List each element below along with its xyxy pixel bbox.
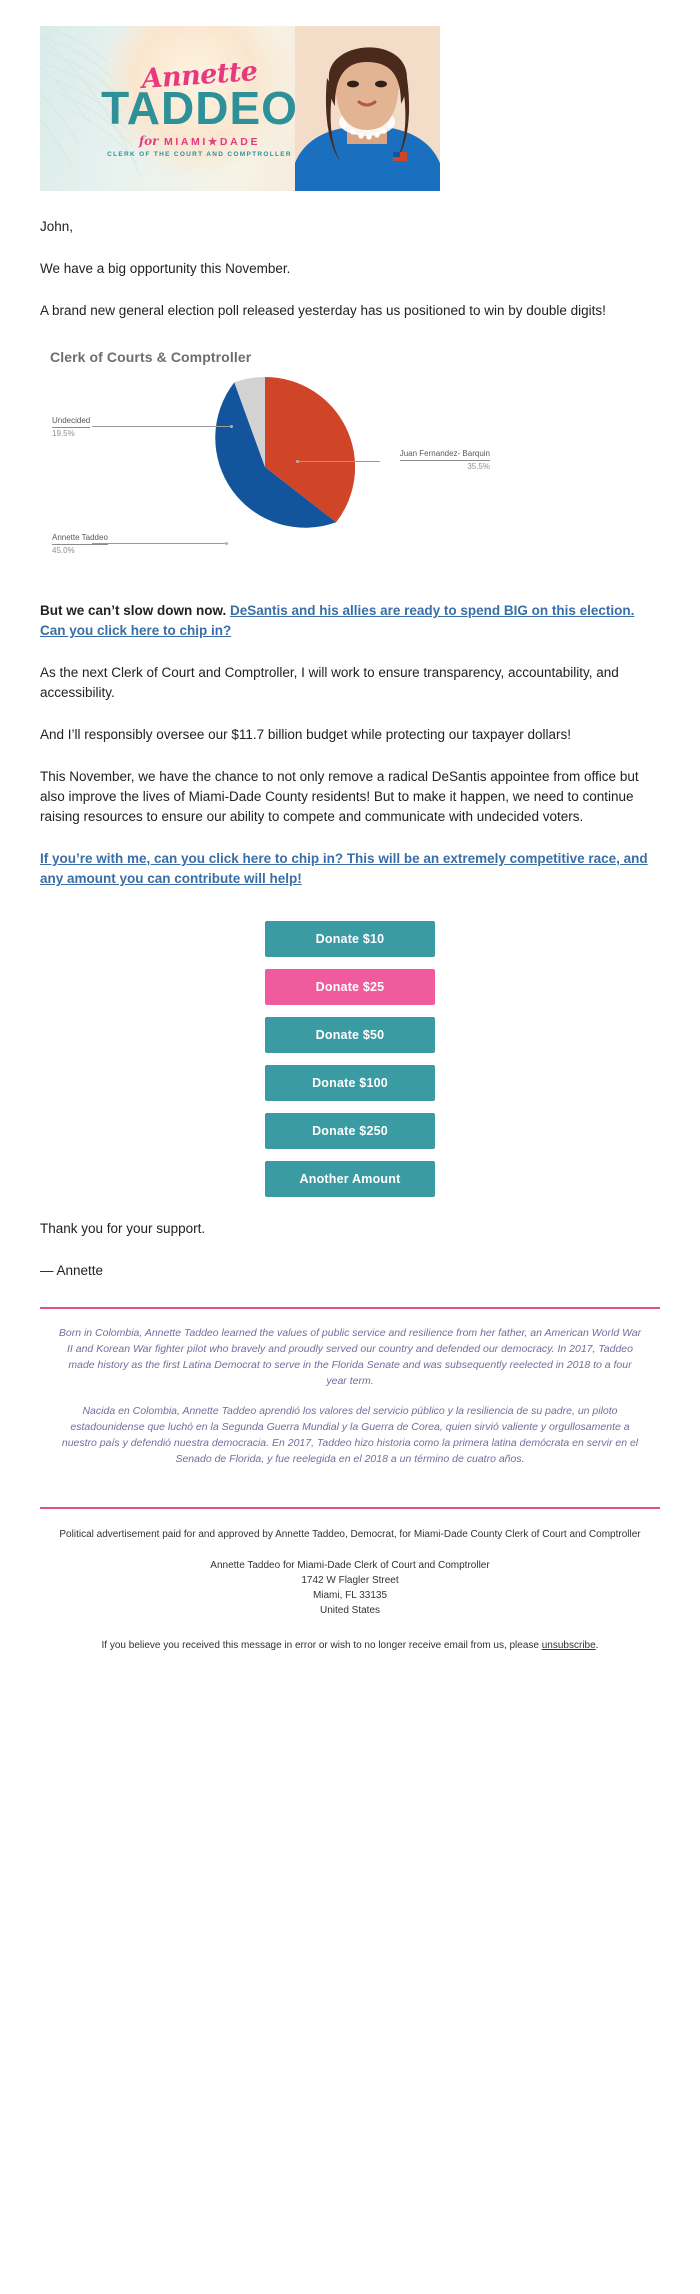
poll-chart: Clerk of Courts & Comptroller Undecided … — [40, 349, 660, 579]
footer-address: Annette Taddeo for Miami-Dade Clerk of C… — [40, 1558, 660, 1618]
chart-title: Clerk of Courts & Comptroller — [50, 349, 252, 365]
banner-container: Annette TADDEO for MIAMI★DADE CLERK OF T… — [0, 0, 700, 191]
donate-25-button[interactable]: Donate $25 — [265, 969, 435, 1005]
bio-english: Born in Colombia, Annette Taddeo learned… — [58, 1327, 642, 1387]
paragraph-7: If you’re with me, can you click here to… — [40, 849, 660, 889]
donate-50-button[interactable]: Donate $50 — [265, 1017, 435, 1053]
bio-spanish: Nacida en Colombia, Annette Taddeo apren… — [61, 1405, 639, 1465]
donate-button-group: Donate $10 Donate $25 Donate $50 Donate … — [40, 921, 660, 1197]
campaign-logo: Annette TADDEO for MIAMI★DADE CLERK OF T… — [92, 56, 307, 158]
footer-unsubscribe: If you believe you received this message… — [40, 1638, 660, 1653]
salutation: John, — [40, 219, 74, 234]
logo-for-word: for — [138, 133, 159, 148]
bio-section: Born in Colombia, Annette Taddeo learned… — [40, 1309, 660, 1481]
paragraph-3: But we can’t slow down now. DeSantis and… — [40, 601, 660, 641]
donate-another-amount-button[interactable]: Another Amount — [265, 1161, 435, 1197]
pie-label-annette-value: 45.0% — [52, 546, 75, 555]
paragraph-4: As the next Clerk of Court and Comptroll… — [40, 665, 619, 700]
logo-jurisdiction-line: for MIAMI★DADE — [92, 134, 307, 148]
signoff-text: — Annette — [40, 1263, 104, 1278]
donate-250-button[interactable]: Donate $250 — [265, 1113, 435, 1149]
paragraph-2: A brand new general election poll releas… — [40, 303, 606, 318]
pie-label-undecided: Undecided 19.5% — [52, 415, 91, 439]
logo-jurisdiction: MIAMI★DADE — [163, 135, 261, 148]
paragraph-5: And I’ll responsibly oversee our $11.7 b… — [40, 727, 572, 742]
chart-plot-area: Undecided 19.5% Juan Fernandez- Barquin … — [40, 375, 660, 570]
unsubscribe-pretext: If you believe you received this message… — [101, 1640, 542, 1651]
leader-line-annette — [92, 543, 226, 544]
pie-label-juan: Juan Fernandez- Barquin 35.5% — [380, 448, 490, 472]
leader-dot-juan — [296, 460, 299, 463]
logo-office-line: CLERK OF THE COURT AND COMPTROLLER — [107, 150, 292, 158]
flag-pin-icon — [393, 152, 407, 161]
donate-100-button[interactable]: Donate $100 — [265, 1065, 435, 1101]
thank-you-text: Thank you for your support. — [40, 1221, 206, 1236]
footer-disclaimer: Political advertisement paid for and app… — [59, 1529, 641, 1540]
pie-label-annette: Annette Taddeo 45.0% — [52, 532, 108, 556]
leader-dot-undecided — [230, 425, 233, 428]
unsubscribe-posttext: . — [595, 1640, 599, 1651]
paragraph-1: We have a big opportunity this November. — [40, 261, 291, 276]
email-body: John, We have a big opportunity this Nov… — [0, 217, 700, 1509]
footer-country: United States — [319, 1605, 381, 1616]
paragraph-3-lead: But we can’t slow down now. — [40, 603, 231, 618]
chip-in-link-bottom[interactable]: If you’re with me, can you click here to… — [40, 851, 648, 886]
pie-label-annette-name: Annette Taddeo — [52, 532, 108, 545]
donate-10-button[interactable]: Donate $10 — [265, 921, 435, 957]
pie-label-undecided-value: 19.5% — [52, 429, 75, 438]
email-page: Annette TADDEO for MIAMI★DADE CLERK OF T… — [0, 0, 700, 1677]
pie-label-juan-name: Juan Fernandez- Barquin — [399, 448, 490, 461]
footer-street: 1742 W Flagler Street — [301, 1575, 399, 1586]
pie-label-undecided-name: Undecided — [52, 415, 91, 428]
campaign-banner: Annette TADDEO for MIAMI★DADE CLERK OF T… — [40, 26, 440, 191]
pie-label-juan-value: 35.5% — [467, 462, 490, 471]
paragraph-6: This November, we have the chance to not… — [40, 769, 639, 824]
leader-dot-annette — [225, 542, 228, 545]
footer-city: Miami, FL 33135 — [312, 1590, 388, 1601]
leader-line-juan — [298, 461, 380, 462]
footer-org: Annette Taddeo for Miami-Dade Clerk of C… — [210, 1560, 490, 1571]
pie-chart-svg — [215, 377, 355, 528]
email-footer: Political advertisement paid for and app… — [0, 1509, 700, 1677]
candidate-portrait — [295, 26, 440, 191]
leader-line-undecided — [92, 426, 232, 427]
unsubscribe-link[interactable]: unsubscribe — [542, 1640, 596, 1651]
